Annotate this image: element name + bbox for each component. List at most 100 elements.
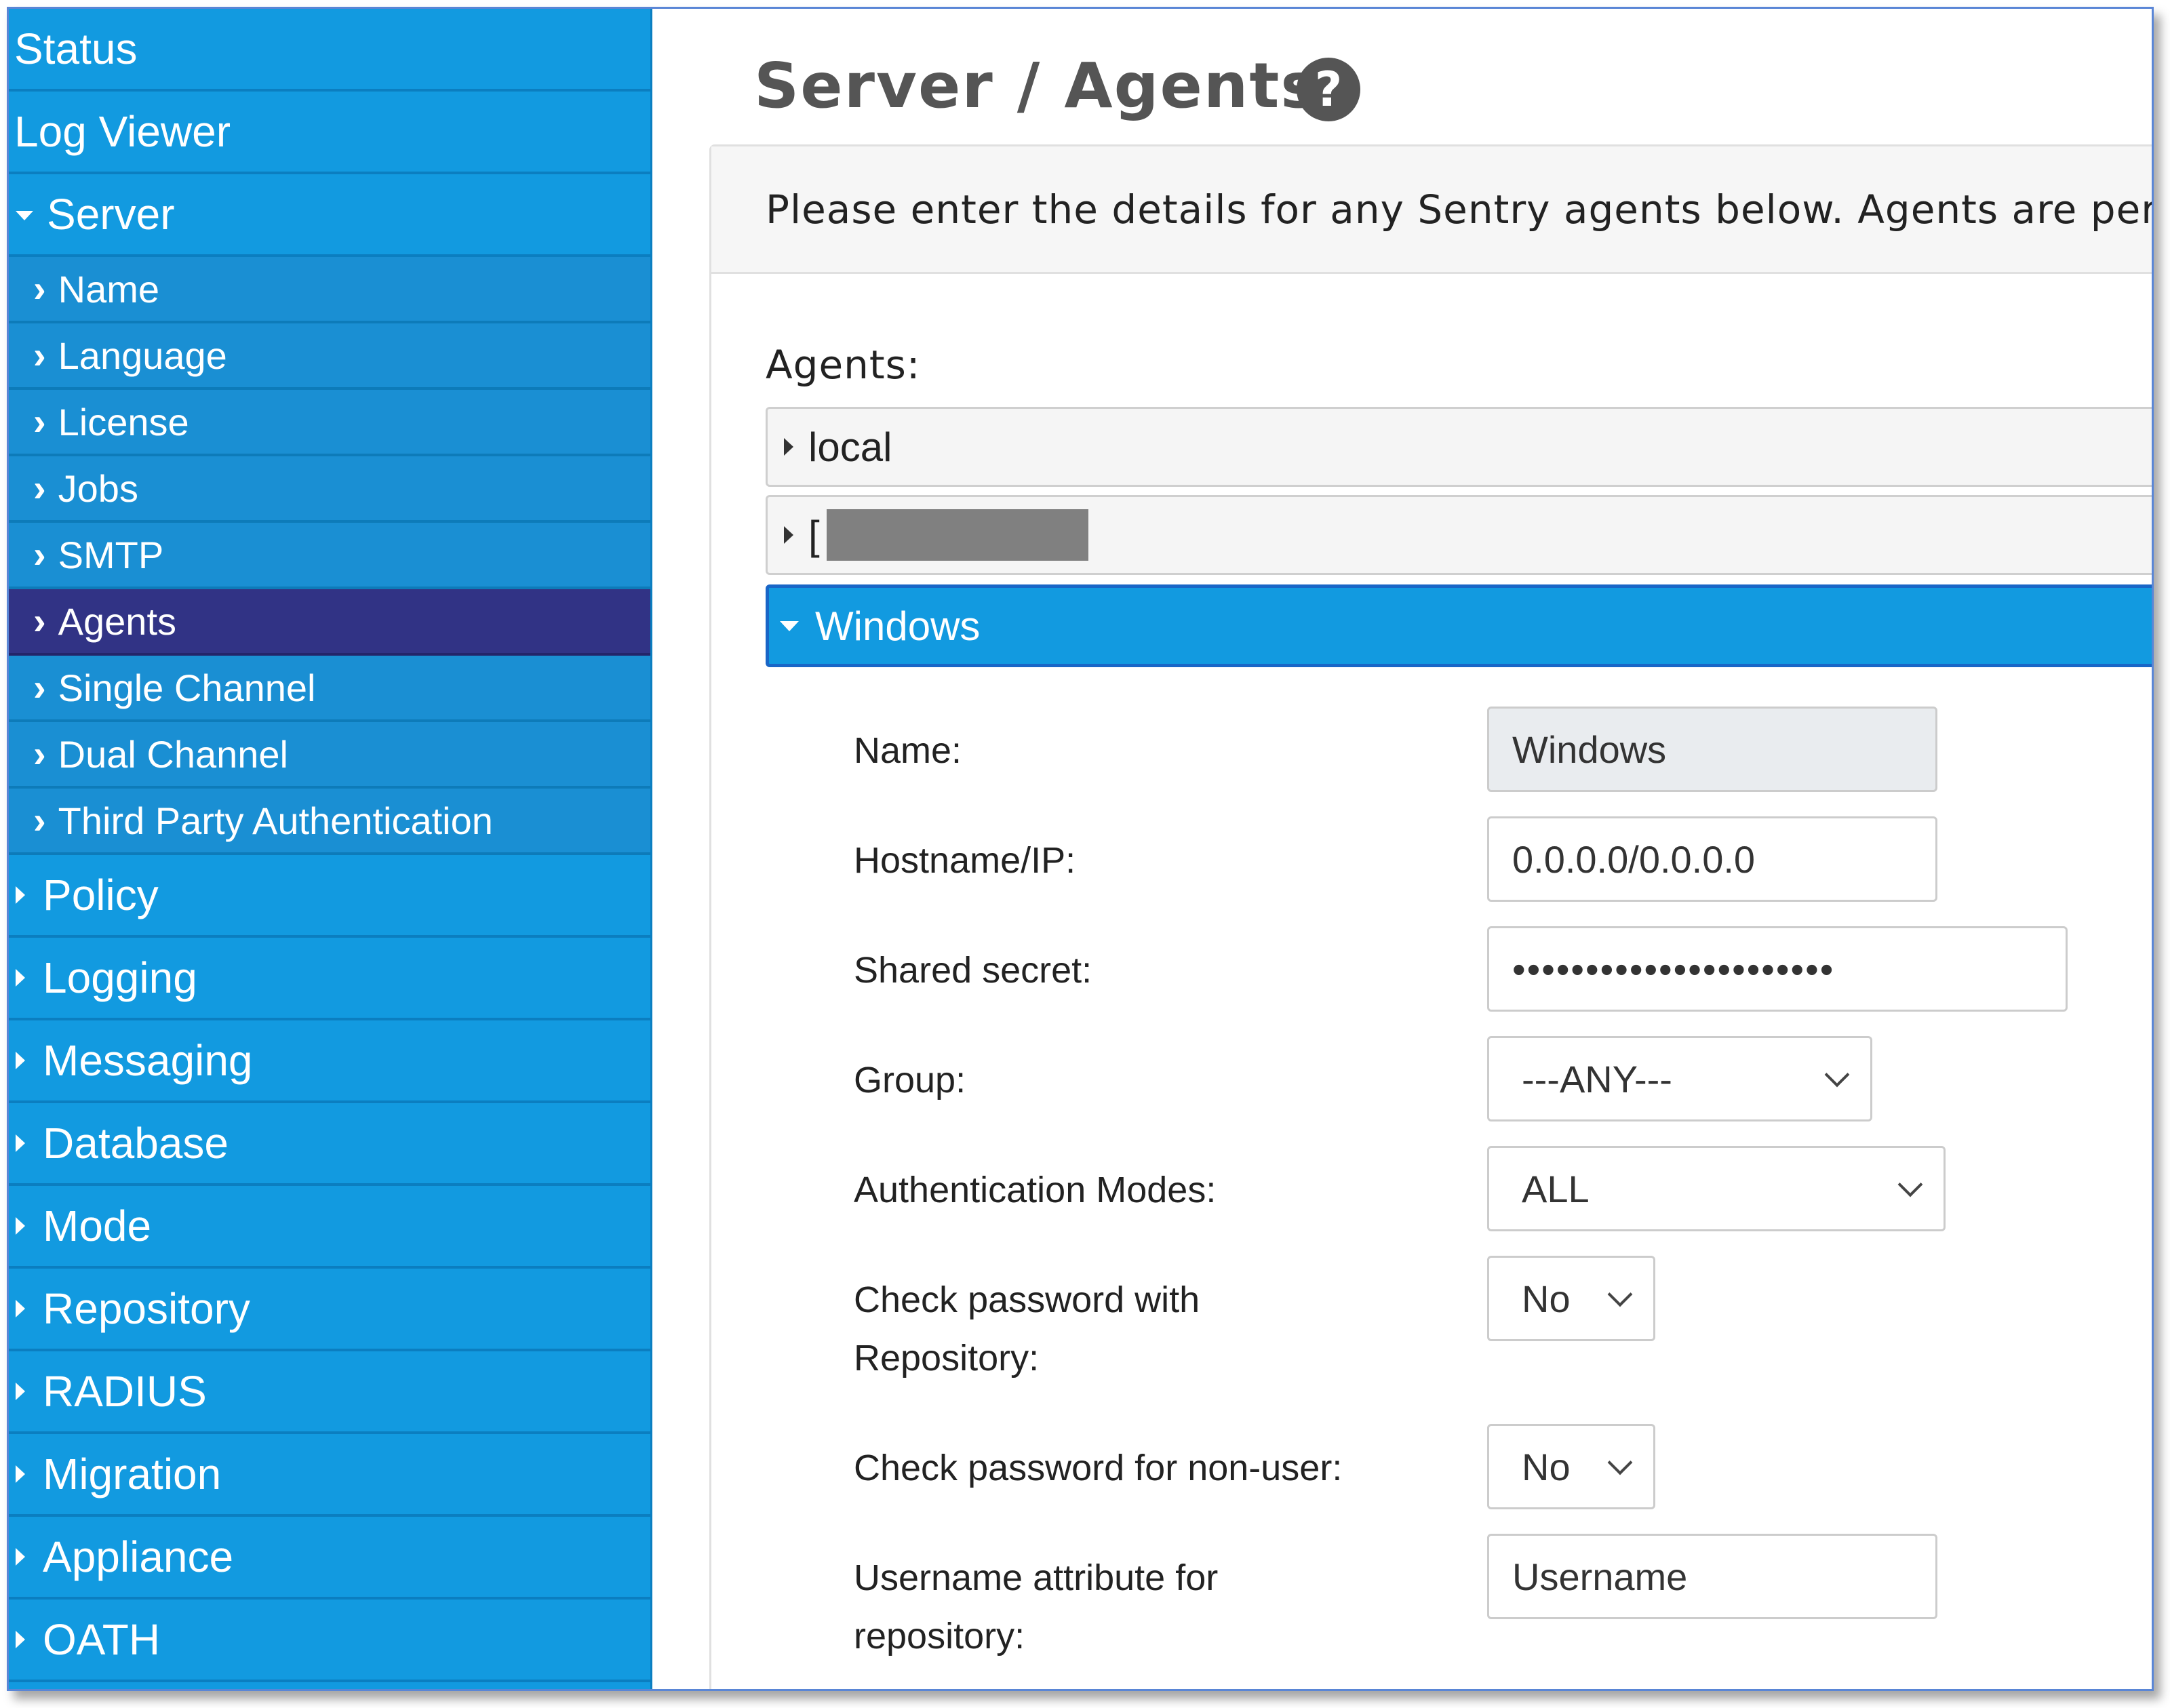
sidebar-item-status[interactable]: Status (9, 9, 650, 92)
sidebar-subitem-label: Single Channel (58, 666, 316, 709)
shared-secret-input[interactable]: •••••••••••••••••••••• (1487, 926, 2068, 1012)
sidebar-item-oath[interactable]: OATH (9, 1600, 650, 1682)
caret-down-icon (780, 620, 799, 631)
intro-text: Please enter the details for any Sentry … (711, 146, 2152, 274)
sidebar-item-label: Database (43, 1119, 229, 1168)
caret-right-icon (16, 1631, 25, 1648)
chevron-right-icon: › (33, 466, 46, 509)
check-repo-label-line2: Repository: (854, 1338, 1040, 1378)
app-window: Status Log Viewer Server › Name › Langua… (7, 7, 2154, 1691)
chevron-right-icon: › (33, 666, 46, 709)
auth-modes-select-value: ALL (1522, 1167, 1590, 1210)
username-attr-label-line1: Username attribute for (854, 1557, 1219, 1598)
chevron-right-icon: › (33, 533, 46, 576)
auth-modes-label: Authentication Modes: (854, 1170, 1217, 1210)
chevron-down-icon (1607, 1282, 1633, 1307)
sidebar-nav: Status Log Viewer Server › Name › Langua… (9, 9, 650, 1689)
sidebar-subitem-agents[interactable]: › Agents (9, 589, 650, 656)
caret-right-icon (16, 1383, 25, 1400)
sidebar-subitem-label: Third Party Authentication (58, 799, 493, 842)
group-select-value: ---ANY--- (1522, 1057, 1672, 1100)
check-repo-select[interactable]: No (1487, 1256, 1655, 1341)
check-repo-select-value: No (1522, 1277, 1571, 1320)
hostname-label: Hostname/IP: (854, 840, 1076, 881)
caret-right-icon (16, 1300, 25, 1317)
agent-accordion-label: [ (808, 512, 820, 558)
sidebar-item-label: Server (47, 190, 175, 239)
redaction-block (826, 509, 1088, 561)
sidebar-subitem-third-party-auth[interactable]: › Third Party Authentication (9, 789, 650, 855)
check-repo-label-line1: Check password with (854, 1279, 1200, 1320)
sidebar-item-mode[interactable]: Mode (9, 1186, 650, 1269)
sidebar-item-repository[interactable]: Repository (9, 1269, 650, 1351)
sidebar-item-messaging[interactable]: Messaging (9, 1020, 650, 1103)
sidebar-subitem-label: Language (58, 334, 227, 377)
sidebar-item-server[interactable]: Server (9, 174, 650, 257)
sidebar-subitem-label: Jobs (58, 466, 138, 510)
sidebar-subitem-single-channel[interactable]: › Single Channel (9, 656, 650, 722)
check-nonuser-label: Check password for non-user: (854, 1448, 1343, 1488)
chevron-right-icon: › (33, 267, 46, 310)
sidebar-item-label: Policy (43, 871, 159, 919)
sidebar-subitem-name[interactable]: › Name (9, 257, 650, 323)
agent-accordion-redacted[interactable]: [ (766, 495, 2152, 575)
sidebar-subitem-label: License (58, 400, 189, 443)
sidebar-subitem-jobs[interactable]: › Jobs (9, 456, 650, 523)
sidebar-item-label: Log Viewer (14, 107, 231, 156)
caret-right-icon (784, 526, 793, 544)
sidebar-item-migration[interactable]: Migration (9, 1434, 650, 1517)
main-content: Server / Agents ? Please enter the detai… (650, 9, 2152, 1689)
sidebar-subitem-dual-channel[interactable]: › Dual Channel (9, 722, 650, 789)
username-attr-label: Username attribute for repository: (854, 1549, 1218, 1665)
agents-label: Agents: (766, 342, 921, 388)
name-field: Windows (1487, 707, 1937, 792)
auth-modes-select[interactable]: ALL (1487, 1146, 1946, 1231)
sidebar-item-label: Appliance (43, 1532, 234, 1581)
chevron-right-icon: › (33, 732, 46, 775)
sidebar-subitem-smtp[interactable]: › SMTP (9, 523, 650, 589)
chevron-down-icon (1607, 1450, 1633, 1475)
agent-accordion-windows[interactable]: Windows (766, 584, 2152, 667)
chevron-down-icon (1897, 1172, 1923, 1197)
name-label: Name: (854, 730, 962, 771)
check-nonuser-select-value: No (1522, 1445, 1571, 1488)
group-label: Group: (854, 1060, 966, 1100)
caret-right-icon (784, 438, 793, 456)
check-nonuser-select[interactable]: No (1487, 1424, 1655, 1509)
sidebar-item-logging[interactable]: Logging (9, 938, 650, 1020)
sidebar-item-label: Logging (43, 953, 197, 1002)
sidebar-item-radius[interactable]: RADIUS (9, 1351, 650, 1434)
sidebar-item-appliance[interactable]: Appliance (9, 1517, 650, 1600)
sidebar-item-label: OATH (43, 1615, 161, 1664)
agents-panel: Please enter the details for any Sentry … (709, 144, 2152, 1689)
chevron-right-icon: › (33, 400, 46, 443)
sidebar-subitem-language[interactable]: › Language (9, 323, 650, 390)
username-attr-input[interactable]: Username (1487, 1534, 1937, 1619)
shared-secret-label: Shared secret: (854, 950, 1092, 991)
chevron-right-icon: › (33, 334, 46, 376)
caret-right-icon (16, 969, 25, 987)
sidebar-item-label: RADIUS (43, 1367, 207, 1416)
sidebar-subitem-label: Agents (58, 599, 176, 643)
sidebar-item-database[interactable]: Database (9, 1103, 650, 1186)
caret-down-icon (16, 211, 33, 220)
sidebar-item-label: Mode (43, 1201, 152, 1250)
sidebar-subitem-license[interactable]: › License (9, 390, 650, 456)
username-attr-label-line2: repository: (854, 1616, 1025, 1656)
sidebar-item-label: Migration (43, 1450, 222, 1498)
caret-right-icon (16, 1217, 25, 1235)
check-repo-label: Check password with Repository: (854, 1271, 1200, 1387)
sidebar-item-label: Messaging (43, 1036, 253, 1085)
group-select[interactable]: ---ANY--- (1487, 1036, 1872, 1121)
sidebar-item-log-viewer[interactable]: Log Viewer (9, 92, 650, 174)
help-icon[interactable]: ? (1297, 58, 1360, 121)
agent-accordion-local[interactable]: local (766, 407, 2152, 487)
sidebar-item-policy[interactable]: Policy (9, 855, 650, 938)
sidebar-subitem-label: Name (58, 267, 160, 311)
sidebar-subitem-label: SMTP (58, 533, 164, 576)
caret-right-icon (16, 1548, 25, 1566)
chevron-right-icon: › (33, 799, 46, 841)
sidebar-item-label: Repository (43, 1284, 250, 1333)
caret-right-icon (16, 1052, 25, 1069)
hostname-input[interactable]: 0.0.0.0/0.0.0.0 (1487, 816, 1937, 902)
